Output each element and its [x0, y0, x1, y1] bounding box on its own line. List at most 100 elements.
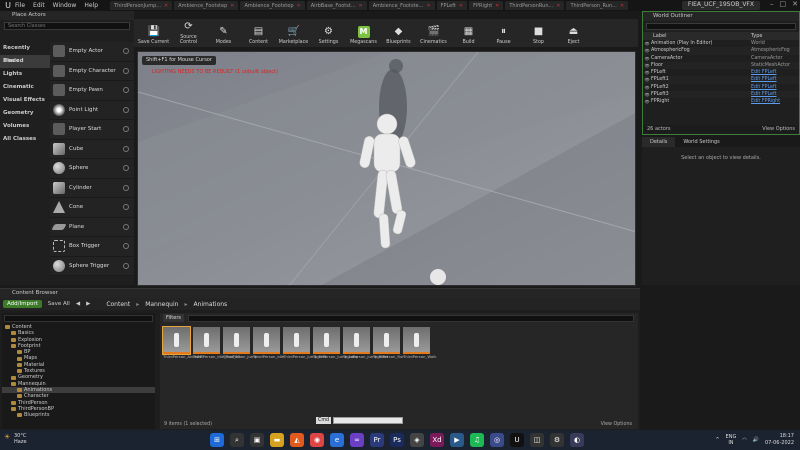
breadcrumb-animations[interactable]: Animations: [193, 301, 227, 308]
level-viewport[interactable]: Shift+F1 for Mouse Cursor LIGHTING NEEDS…: [137, 51, 636, 286]
asset-tile[interactable]: ThirdPerson_Walk: [403, 327, 436, 369]
tab-details[interactable]: Details: [642, 137, 676, 147]
category-lights[interactable]: Lights: [0, 68, 50, 81]
modes-button[interactable]: ✎ Modes: [206, 26, 241, 47]
folder-blueprints[interactable]: Blueprints: [2, 412, 155, 418]
app-icon-2[interactable]: ▶: [450, 433, 464, 447]
asset-tile[interactable]: ThirdPerson_Idle: [253, 327, 284, 369]
info-icon[interactable]: [123, 243, 129, 250]
category-cinematic[interactable]: Cinematic: [0, 81, 50, 94]
actor-type[interactable]: Edit FPLeft: [751, 69, 777, 76]
wifi-icon[interactable]: ◠: [742, 437, 746, 443]
info-icon[interactable]: [123, 67, 129, 74]
app-icon-3[interactable]: ◎: [490, 433, 504, 447]
info-icon[interactable]: [123, 204, 129, 211]
asset-tile[interactable]: ThirdPerson_Jump_Loop: [313, 327, 358, 369]
outliner-row[interactable]: 👁 FPLeft1 Edit FPLeft: [643, 76, 799, 84]
actor-item-sphere-trigger[interactable]: Sphere Trigger: [50, 256, 134, 276]
category-recently-placed[interactable]: Recently Placed: [0, 42, 50, 64]
category-geometry[interactable]: Geometry: [0, 107, 50, 120]
actor-item-empty-actor[interactable]: Empty Actor: [50, 42, 134, 62]
search-icon[interactable]: ⌕: [230, 433, 244, 447]
photoshop-icon[interactable]: Ps: [390, 433, 404, 447]
folder-search[interactable]: [4, 315, 153, 322]
cinematics-button[interactable]: 🎬 Cinematics: [416, 26, 451, 47]
menu-window[interactable]: Window: [53, 2, 77, 9]
category-volumes[interactable]: Volumes: [0, 120, 50, 133]
outliner-row[interactable]: 👁 FPLeft3 Edit FPLeft: [643, 91, 799, 99]
category-visual-effects[interactable]: Visual Effects: [0, 94, 50, 107]
category-all-classes[interactable]: All Classes: [0, 133, 50, 146]
xd-icon[interactable]: Xd: [430, 433, 444, 447]
info-icon[interactable]: [123, 262, 129, 269]
breadcrumb-content[interactable]: Content: [106, 301, 130, 308]
visibility-eye-icon[interactable]: 👁: [643, 40, 651, 47]
asset-tile[interactable]: ThirdPerson_Idle_Run_2D: [193, 327, 241, 369]
nav-forward-icon[interactable]: ▶: [86, 301, 90, 307]
actor-item-cube[interactable]: Cube: [50, 139, 134, 159]
asset-tile[interactable]: ThirdPerson_Jump: [223, 327, 257, 369]
close-icon[interactable]: ✕: [792, 0, 798, 8]
tab-close-icon[interactable]: ✕: [495, 3, 499, 9]
maximize-icon[interactable]: □: [780, 0, 787, 8]
content-browser-tab[interactable]: Content Browser: [0, 289, 640, 298]
tab-close-icon[interactable]: ✕: [164, 3, 168, 9]
info-icon[interactable]: [123, 223, 129, 230]
save-all-button[interactable]: Save All: [48, 301, 70, 307]
actor-item-plane[interactable]: Plane: [50, 217, 134, 237]
add-import-button[interactable]: Add/Import: [3, 300, 42, 308]
unreal-engine-icon[interactable]: U: [510, 433, 524, 447]
tab-close-icon[interactable]: ✕: [359, 3, 363, 9]
asset-tile[interactable]: ThirdPerson_Jump_Start: [343, 327, 388, 369]
outliner-row[interactable]: 👁 AtmosphericFog AtmosphericFog: [643, 47, 799, 55]
spotify-icon[interactable]: ♫: [470, 433, 484, 447]
visibility-eye-icon[interactable]: 👁: [643, 84, 651, 91]
actor-item-sphere[interactable]: Sphere: [50, 159, 134, 179]
windows-start-icon[interactable]: ⊞: [210, 433, 224, 447]
visibility-eye-icon[interactable]: 👁: [643, 91, 651, 98]
info-icon[interactable]: [123, 48, 129, 55]
menu-help[interactable]: Help: [84, 2, 98, 9]
settings-button[interactable]: ⚙ Settings: [311, 26, 346, 47]
visibility-eye-icon[interactable]: 👁: [643, 69, 651, 76]
actor-item-cylinder[interactable]: Cylinder: [50, 178, 134, 198]
minimize-icon[interactable]: –: [770, 0, 774, 8]
app-icon-5[interactable]: ◐: [570, 433, 584, 447]
cmd-label[interactable]: Cmd: [316, 417, 332, 424]
actor-item-cone[interactable]: Cone: [50, 198, 134, 218]
tab-close-icon[interactable]: ✕: [230, 3, 234, 9]
actor-item-empty-character[interactable]: Empty Character: [50, 61, 134, 81]
filters-button[interactable]: Filters: [163, 314, 184, 322]
outliner-view-options[interactable]: View Options: [762, 125, 795, 134]
info-icon[interactable]: [123, 184, 129, 191]
volume-icon[interactable]: 🔊: [753, 437, 759, 443]
editor-tab[interactable]: ThirdPersonRun... ✕: [505, 1, 565, 10]
info-icon[interactable]: [123, 165, 129, 172]
asset-tile[interactable]: ThirdPerson_Jump_End: [283, 327, 326, 369]
outliner-row[interactable]: 👁 FPRight Edit FPRight: [643, 98, 799, 105]
actor-type[interactable]: Edit FPLeft: [751, 84, 777, 91]
actor-item-empty-pawn[interactable]: Empty Pawn: [50, 81, 134, 101]
editor-tab[interactable]: Ambience_Footstep ✕: [174, 1, 239, 10]
editor-tab[interactable]: Ambience_Footstep ✕: [240, 1, 305, 10]
menu-edit[interactable]: Edit: [33, 2, 45, 9]
tab-close-icon[interactable]: ✕: [620, 3, 624, 9]
tray-chevron-icon[interactable]: ^: [715, 437, 719, 443]
save-current-button[interactable]: 💾 Save Current: [136, 26, 171, 47]
visibility-eye-icon[interactable]: 👁: [643, 55, 651, 62]
tab-close-icon[interactable]: ✕: [459, 3, 463, 9]
app-icon-4[interactable]: ◫: [530, 433, 544, 447]
pause-button[interactable]: ⏸ Pause: [486, 26, 521, 47]
editor-tab[interactable]: Ambience_Footste... ✕: [368, 1, 435, 10]
editor-tab[interactable]: FPLeft ✕: [436, 1, 468, 10]
asset-tile[interactable]: ThirdPerson_AnimBP: [162, 326, 202, 369]
file-explorer-icon[interactable]: ▬: [270, 433, 284, 447]
visual-studio-icon[interactable]: ∞: [350, 433, 364, 447]
label-column[interactable]: Label: [643, 32, 751, 40]
editor-tab[interactable]: FPRight ✕: [469, 1, 504, 10]
actor-type[interactable]: Edit FPRight: [751, 98, 780, 105]
source-control-button[interactable]: ⟳ Source Control: [171, 21, 206, 47]
task-view-icon[interactable]: ▣: [250, 433, 264, 447]
info-icon[interactable]: [123, 126, 129, 133]
tab-world-settings[interactable]: World Settings: [675, 137, 727, 147]
